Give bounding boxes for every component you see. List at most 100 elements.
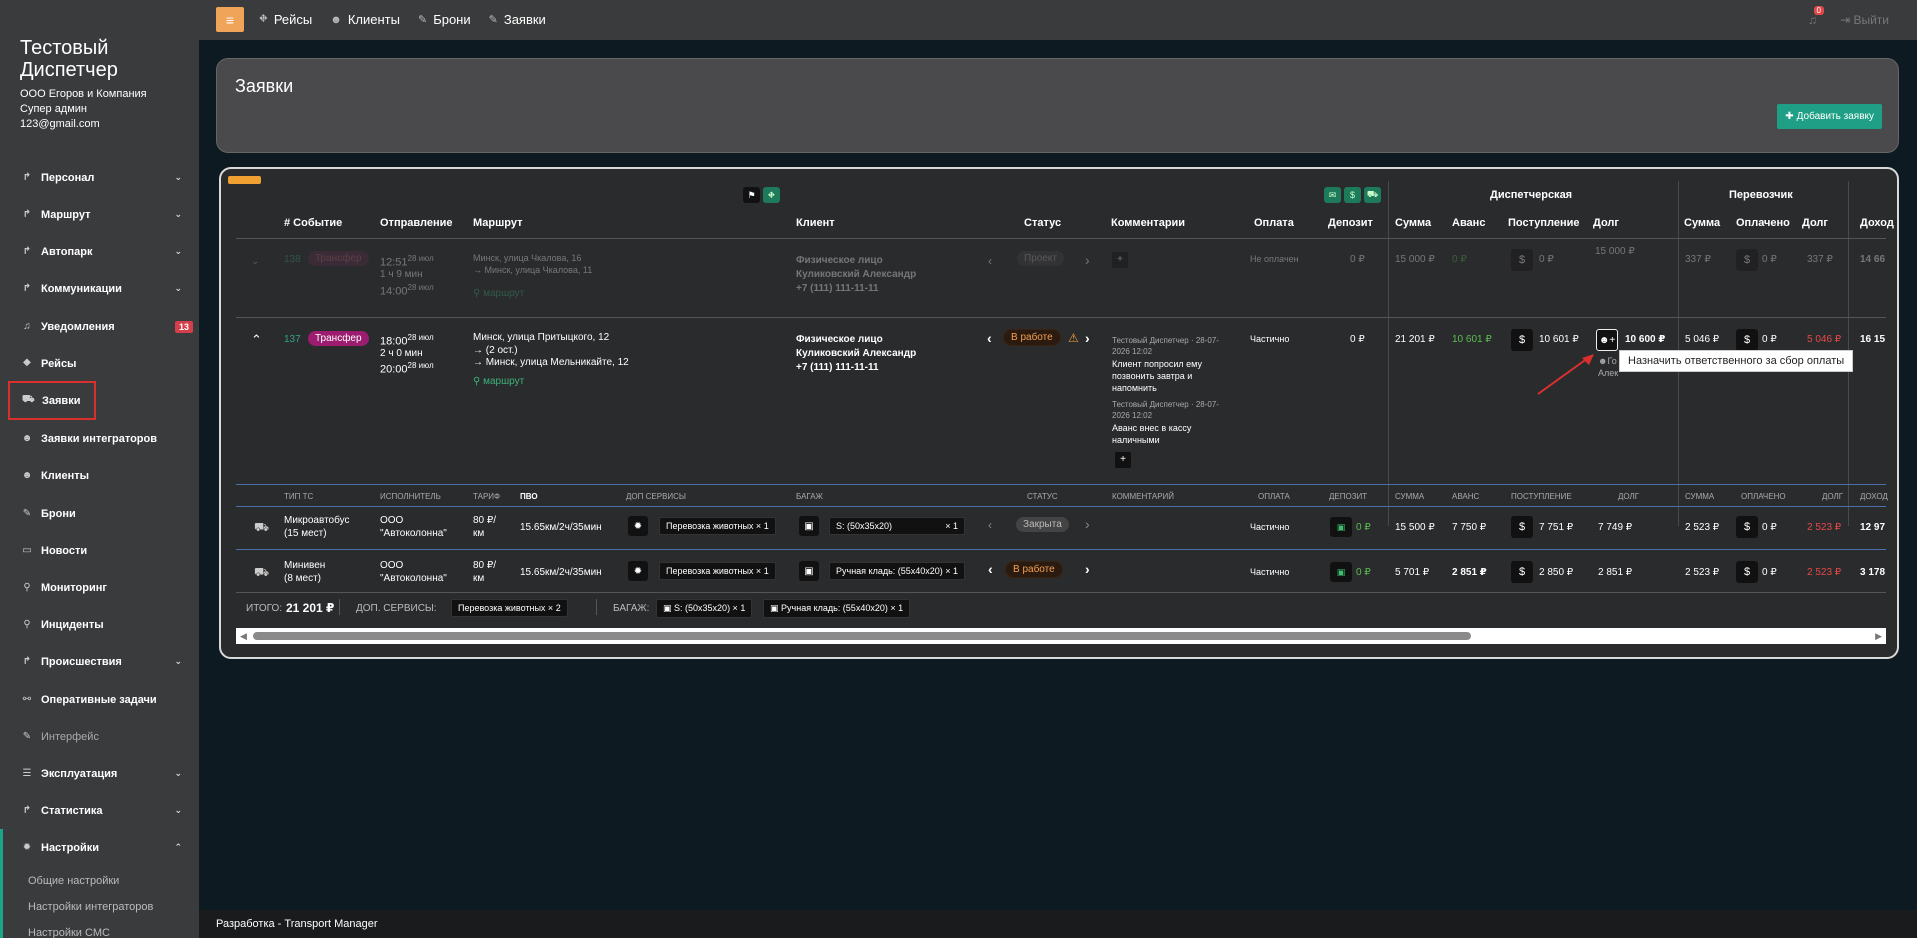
road-icon[interactable]: ⛖ bbox=[763, 187, 780, 203]
col-sum[interactable]: Сумма bbox=[1395, 217, 1431, 229]
chat-icon[interactable]: ✉ bbox=[1324, 187, 1341, 203]
scrollbar-thumb[interactable] bbox=[253, 632, 1471, 640]
dollar-icon[interactable]: $ bbox=[1344, 187, 1361, 203]
notifications-bell-icon[interactable]: ♫ bbox=[1808, 13, 1817, 27]
deposit-button[interactable]: ▣ bbox=[1330, 517, 1352, 537]
status-next-icon[interactable]: › bbox=[1085, 330, 1090, 346]
executor-line1[interactable]: ООО bbox=[380, 515, 403, 526]
sidebar-item-monitoring[interactable]: ⚲ Мониторинг bbox=[0, 569, 199, 606]
col-income[interactable]: Поступление bbox=[1508, 217, 1580, 229]
sidebar-item-integrator-requests[interactable]: ☻ Заявки интеграторов bbox=[0, 420, 199, 457]
services-settings-button[interactable]: ✹ bbox=[628, 561, 648, 581]
expand-chevron-icon[interactable]: ⌄ bbox=[251, 256, 259, 267]
sidebar-item-clients[interactable]: ☻ Клиенты bbox=[0, 457, 199, 494]
bus-icon[interactable]: ⛟ bbox=[1364, 187, 1381, 203]
brand-email: 123@gmail.com bbox=[20, 118, 100, 130]
carrier-dollar-button[interactable]: $ bbox=[1736, 516, 1758, 538]
sidebar-item-interface[interactable]: ✎ Интерфейс bbox=[0, 718, 199, 755]
status-prev-icon[interactable]: ‹ bbox=[988, 561, 993, 577]
topnav-bookings[interactable]: ✎ Брони bbox=[418, 12, 471, 27]
sidebar-item-settings[interactable]: ✹ Настройки ⌃ bbox=[0, 829, 199, 866]
scroll-right-icon[interactable]: ▶ bbox=[1875, 631, 1882, 642]
sidebar-item-trips[interactable]: ⛖ Рейсы bbox=[0, 345, 199, 382]
add-comment-button[interactable]: + bbox=[1115, 452, 1131, 468]
sidebar-item-staff[interactable]: ↱ Персонал ⌄ bbox=[0, 159, 199, 196]
sidebar-item-accidents[interactable]: ↱ Происшествия ⌄ bbox=[0, 643, 199, 680]
col-carrier-paid[interactable]: Оплачено bbox=[1736, 217, 1790, 229]
users-icon: ☻ bbox=[330, 13, 342, 26]
status-next-icon[interactable]: › bbox=[1085, 516, 1090, 532]
col-debt[interactable]: Долг bbox=[1593, 217, 1619, 229]
warning-icon[interactable]: ⚠ bbox=[1068, 331, 1079, 345]
income-dollar-button[interactable]: $ bbox=[1511, 561, 1533, 583]
col-departure[interactable]: Отправление bbox=[380, 217, 453, 229]
sidebar-item-operation[interactable]: ☰ Эксплуатация ⌄ bbox=[0, 755, 199, 792]
sidebar-item-requests[interactable]: ⛟ Заявки bbox=[8, 381, 96, 420]
col-revenue[interactable]: Доход bbox=[1860, 217, 1894, 229]
col-carrier-debt[interactable]: Долг bbox=[1802, 217, 1828, 229]
menu-toggle-button[interactable]: ≡ bbox=[216, 7, 244, 32]
col-deposit[interactable]: Депозит bbox=[1328, 217, 1373, 229]
client-name[interactable]: Куликовский Александр bbox=[796, 269, 916, 280]
sidebar-item-route[interactable]: ↱ Маршрут ⌄ bbox=[0, 196, 199, 233]
deposit-button[interactable]: ▣ bbox=[1330, 562, 1352, 582]
client-phone[interactable]: +7 (111) 111-11-11 bbox=[796, 362, 879, 373]
col-event[interactable]: # Событие bbox=[284, 217, 342, 229]
carrier-sum-value: 2 523 ₽ bbox=[1685, 567, 1720, 578]
sidebar-item-notifications[interactable]: ♫ Уведомления 13 bbox=[0, 308, 199, 345]
horizontal-scrollbar[interactable]: ◀ ▶ bbox=[236, 628, 1886, 644]
executor-line2[interactable]: "Автоколонна" bbox=[380, 573, 447, 584]
scroll-left-icon[interactable]: ◀ bbox=[240, 631, 247, 642]
col-client[interactable]: Клиент bbox=[796, 217, 835, 229]
income-dollar-button[interactable]: $ bbox=[1511, 249, 1533, 271]
col-route[interactable]: Маршрут bbox=[473, 217, 523, 229]
add-request-button[interactable]: ✚ Добавить заявку bbox=[1777, 104, 1882, 129]
col-comments[interactable]: Комментарии bbox=[1111, 217, 1185, 229]
add-comment-button[interactable]: + bbox=[1112, 252, 1128, 268]
status-prev-icon[interactable]: ‹ bbox=[987, 330, 992, 346]
sidebar-item-statistics[interactable]: ↱ Статистика ⌄ bbox=[0, 792, 199, 829]
row-id[interactable]: 137 bbox=[284, 334, 301, 345]
carrier-dollar-button[interactable]: $ bbox=[1736, 249, 1758, 271]
sum-value: 15 500 ₽ bbox=[1395, 522, 1435, 533]
carrier-dollar-button[interactable]: $ bbox=[1736, 329, 1758, 351]
logout-button[interactable]: ⇥ Выйти bbox=[1840, 13, 1889, 27]
baggage-button[interactable]: ▣ bbox=[799, 516, 819, 536]
status-prev-icon[interactable]: ‹ bbox=[988, 518, 992, 532]
sidebar-item-bookings[interactable]: ✎ Брони bbox=[0, 495, 199, 532]
row-id[interactable]: 138 bbox=[284, 254, 301, 265]
carrier-dollar-button[interactable]: $ bbox=[1736, 561, 1758, 583]
executor-line1[interactable]: ООО bbox=[380, 560, 403, 571]
baggage-button[interactable]: ▣ bbox=[799, 561, 819, 581]
route-link[interactable]: ⚲ маршрут bbox=[473, 376, 524, 387]
topnav-clients[interactable]: ☻ Клиенты bbox=[330, 12, 400, 27]
status-prev-icon[interactable]: ‹ bbox=[988, 254, 992, 268]
sidebar-item-fleet[interactable]: ↱ Автопарк ⌄ bbox=[0, 233, 199, 270]
sidebar-item-communications[interactable]: ↱ Коммуникации ⌄ bbox=[0, 270, 199, 307]
subnav-integrator-settings[interactable]: Настройки интеграторов bbox=[28, 901, 153, 913]
route-link[interactable]: ⚲ маршрут bbox=[473, 288, 524, 299]
road-sign-icon[interactable]: ⚑ bbox=[743, 187, 760, 203]
income-dollar-button[interactable]: $ bbox=[1511, 516, 1533, 538]
sidebar-item-tasks[interactable]: ⚯ Оперативные задачи bbox=[0, 681, 199, 718]
income-dollar-button[interactable]: $ bbox=[1511, 329, 1533, 351]
topnav-requests[interactable]: ✎ Заявки bbox=[489, 12, 546, 27]
subnav-sms-settings[interactable]: Настройки СМС bbox=[28, 927, 110, 938]
services-settings-button[interactable]: ✹ bbox=[628, 516, 648, 536]
executor-line2[interactable]: "Автоколонна" bbox=[380, 528, 447, 539]
client-name[interactable]: Куликовский Александр bbox=[796, 348, 916, 359]
status-next-icon[interactable]: › bbox=[1085, 252, 1090, 268]
topnav-trips[interactable]: ⛖ Рейсы bbox=[259, 12, 312, 27]
col-carrier-sum[interactable]: Сумма bbox=[1684, 217, 1720, 229]
client-phone[interactable]: +7 (111) 111-11-11 bbox=[796, 283, 879, 294]
subnav-general-settings[interactable]: Общие настройки bbox=[28, 875, 119, 887]
col-status[interactable]: Статус bbox=[1024, 217, 1061, 229]
assign-collector-button[interactable]: ☻+ bbox=[1596, 329, 1618, 351]
sidebar-item-news[interactable]: ▭ Новости bbox=[0, 532, 199, 569]
col-advance[interactable]: Аванс bbox=[1452, 217, 1485, 229]
status-next-icon[interactable]: › bbox=[1085, 561, 1090, 577]
col-payment[interactable]: Оплата bbox=[1254, 217, 1294, 229]
sidebar-item-incidents[interactable]: ⚲ Инциденты bbox=[0, 606, 199, 643]
collapse-chevron-icon[interactable]: ⌃ bbox=[251, 332, 262, 348]
collapse-tag[interactable] bbox=[228, 176, 261, 184]
